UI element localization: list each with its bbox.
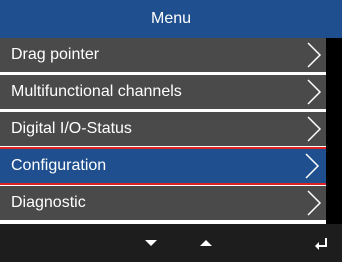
chevron-right-icon <box>307 116 322 142</box>
menu-title: Menu <box>150 10 192 27</box>
menu-item-configuration[interactable]: Configuration <box>0 147 342 185</box>
menu-screen: Menu Drag pointer Multifunctional channe… <box>0 0 342 262</box>
arrow-up-icon <box>200 240 212 246</box>
scroll-area <box>326 38 342 224</box>
chevron-right-icon <box>307 79 322 105</box>
menu-item-diagnostic[interactable]: Diagnostic <box>0 186 326 220</box>
enter-icon <box>315 238 327 250</box>
menu-header: Menu <box>0 0 342 38</box>
chevron-right-icon <box>307 42 322 68</box>
menu-item-drag-pointer[interactable]: Drag pointer <box>0 38 326 72</box>
menu-item-multifunctional-channels[interactable]: Multifunctional channels <box>0 75 326 109</box>
menu-item-label: Configuration <box>11 157 107 174</box>
down-button[interactable] <box>140 232 162 254</box>
up-button[interactable] <box>195 232 217 254</box>
enter-button[interactable] <box>310 232 332 254</box>
arrow-down-icon <box>145 240 157 246</box>
menu-item-digital-io-status[interactable]: Digital I/O-Status <box>0 112 326 146</box>
chevron-right-icon <box>305 153 320 179</box>
chevron-right-icon <box>307 190 322 216</box>
menu-item-label: Multifunctional channels <box>11 83 182 100</box>
menu-list: Drag pointer Multifunctional channels Di… <box>0 38 342 223</box>
menu-item-label: Drag pointer <box>11 46 100 63</box>
footer-bar <box>0 224 342 262</box>
menu-item-label: Digital I/O-Status <box>11 120 132 137</box>
menu-item-label: Diagnostic <box>11 194 86 211</box>
